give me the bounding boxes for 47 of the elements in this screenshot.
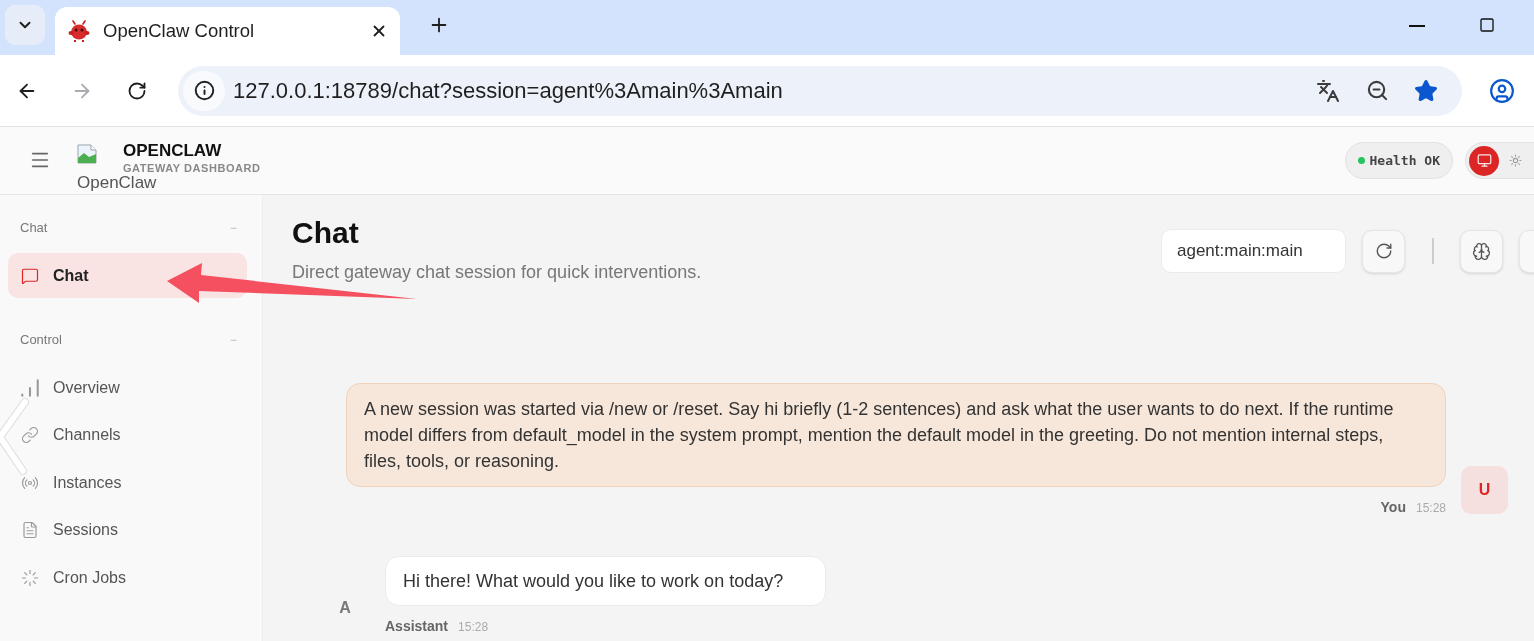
session-select[interactable]: agent:main:main — [1161, 229, 1346, 273]
section-label: Control — [20, 331, 62, 350]
refresh-icon — [1374, 242, 1393, 260]
bar-chart-icon — [21, 378, 39, 397]
nav-item[interactable]: Overview — [8, 365, 247, 410]
spinner-icon — [21, 568, 39, 587]
refresh-button[interactable] — [1362, 229, 1405, 273]
nav-item[interactable]: Instances — [8, 460, 247, 505]
sun-icon — [1508, 154, 1522, 167]
browser-tab[interactable]: OpenClaw Control — [55, 7, 400, 55]
message-time: 15:28 — [1415, 500, 1446, 517]
nav-item[interactable]: Sessions — [8, 507, 247, 553]
info-icon — [193, 80, 215, 101]
health-label: Health OK — [1369, 151, 1440, 170]
assistant-avatar: A — [338, 598, 352, 618]
theme-mode-button[interactable] — [1469, 145, 1499, 176]
minimize-icon — [1409, 25, 1425, 27]
brain-button[interactable] — [1460, 229, 1503, 273]
user-avatar: U — [1461, 466, 1508, 514]
section-label: Chat — [20, 219, 48, 238]
address-bar[interactable]: 127.0.0.1:18789/chat?session=agent%3Amain%3Amain — [178, 65, 1462, 116]
chat-bubble-icon — [21, 266, 39, 285]
brand-name: OPENCLAW — [123, 142, 223, 160]
message-bubble: Hi there! What would you like to work on today? — [385, 556, 827, 606]
logo-alt-text: OpenClaw — [77, 174, 157, 191]
document-icon — [21, 521, 39, 539]
translate-icon — [1316, 78, 1340, 103]
mascot-icon — [68, 20, 90, 42]
maximize-icon — [1479, 17, 1495, 33]
message-author: Assistant — [385, 617, 449, 636]
page-title: Chat — [292, 215, 360, 251]
link-icon — [21, 426, 39, 444]
nav-item[interactable]: Cron Jobs — [8, 555, 247, 600]
page-subtitle: Direct gateway chat session for quick interventions. — [292, 262, 702, 282]
reload-icon — [127, 80, 147, 101]
message-bubble: A new session was started via /new or /reset. Say hi briefly (1-2 sentences) and ask what the user wants to do next. If the runtime model differs from default_model in the system prompt, mention the default model in the greeting. Do not mention internal steps, files, tools, or reasoning. — [346, 383, 1446, 487]
brain-icon — [1472, 241, 1491, 261]
nav-item[interactable]: Channels — [8, 412, 247, 458]
message-author: You — [1380, 498, 1406, 517]
profile-icon — [1489, 77, 1515, 104]
broken-image-icon — [77, 144, 97, 164]
monitor-icon — [1476, 153, 1492, 168]
message-time: 15:28 — [458, 619, 489, 636]
brand-subtitle: GATEWAY DASHBOARD — [123, 162, 261, 174]
site-info-button[interactable] — [183, 70, 225, 111]
zoom-out-icon — [1365, 79, 1389, 102]
url-text: 127.0.0.1:18789/chat?session=agent%3Amain%3Amain — [233, 77, 783, 105]
